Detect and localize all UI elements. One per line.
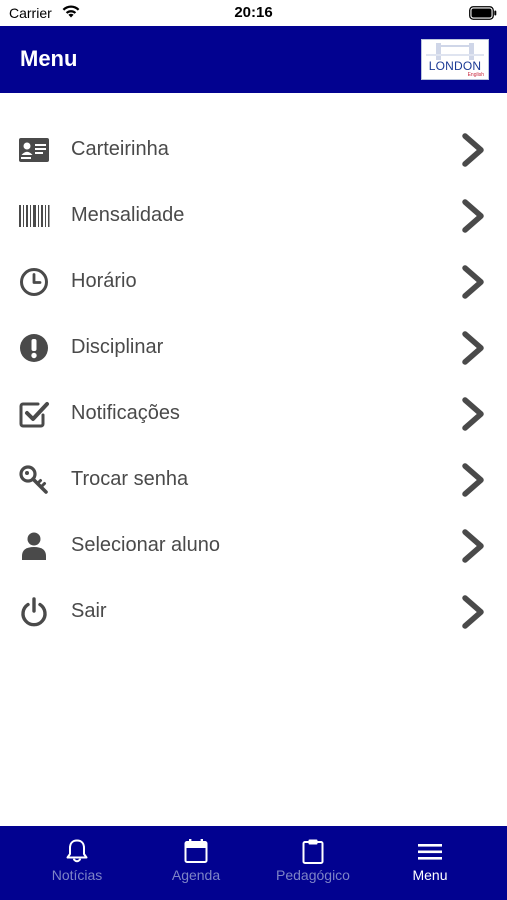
calendar-icon — [184, 838, 208, 864]
chevron-right-icon — [458, 594, 488, 630]
chevron-right-icon — [458, 528, 488, 564]
status-bar: Carrier 20:16 — [0, 0, 507, 26]
menu-item-horario[interactable]: Horário — [0, 249, 507, 315]
menu-item-label: Horário — [71, 270, 137, 292]
id-card-icon — [18, 134, 50, 166]
exclamation-icon — [18, 332, 50, 364]
menu-item-trocar-senha[interactable]: Trocar senha — [0, 447, 507, 513]
tab-agenda[interactable]: Agenda — [137, 826, 255, 900]
clock-icon — [18, 266, 50, 298]
app-header: Menu LONDON English — [0, 26, 507, 93]
menu-item-selecionar-aluno[interactable]: Selecionar aluno — [0, 513, 507, 579]
check-square-icon — [18, 398, 50, 430]
bell-icon — [65, 838, 89, 864]
chevron-right-icon — [458, 330, 488, 366]
status-time: 20:16 — [234, 4, 273, 21]
hamburger-menu-icon — [418, 838, 442, 864]
app-screen: Carrier 20:16 Menu LONDON English Cartei… — [0, 0, 507, 900]
page-title: Menu — [20, 46, 78, 71]
menu-item-mensalidade[interactable]: Mensalidade — [0, 183, 507, 249]
power-icon — [18, 596, 50, 628]
tab-bar: Notícias Agenda Pedagógico Menu — [0, 826, 507, 900]
chevron-right-icon — [458, 198, 488, 234]
menu-list: Carteirinha Mensalidade Horário Discipli… — [0, 117, 507, 645]
tower-bridge-icon — [426, 43, 484, 60]
tab-label: Menu — [412, 867, 448, 883]
london-logo: LONDON English — [421, 39, 489, 80]
chevron-right-icon — [458, 462, 488, 498]
menu-item-notificacoes[interactable]: Notificações — [0, 381, 507, 447]
tab-noticias[interactable]: Notícias — [18, 826, 136, 900]
user-icon — [18, 530, 50, 562]
menu-item-label: Sair — [71, 600, 107, 622]
tab-label: Agenda — [171, 867, 221, 883]
key-icon — [18, 464, 50, 496]
menu-item-label: Trocar senha — [71, 468, 189, 490]
logo-text: LONDON — [428, 59, 482, 73]
menu-item-carteirinha[interactable]: Carteirinha — [0, 117, 507, 183]
chevron-right-icon — [458, 396, 488, 432]
menu-item-label: Disciplinar — [71, 336, 164, 358]
menu-item-sair[interactable]: Sair — [0, 579, 507, 645]
menu-item-label: Carteirinha — [71, 138, 169, 160]
tab-pedagogico[interactable]: Pedagógico — [254, 826, 372, 900]
chevron-right-icon — [458, 264, 488, 300]
tab-label: Pedagógico — [276, 867, 350, 883]
menu-item-label: Mensalidade — [71, 204, 185, 226]
battery-icon — [469, 6, 497, 25]
logo-subtext: English — [467, 72, 484, 78]
menu-item-label: Selecionar aluno — [71, 534, 220, 556]
clipboard-icon — [301, 838, 325, 864]
menu-item-label: Notificações — [71, 402, 180, 424]
menu-item-disciplinar[interactable]: Disciplinar — [0, 315, 507, 381]
tab-menu[interactable]: Menu — [371, 826, 489, 900]
tab-label: Notícias — [51, 867, 103, 883]
barcode-icon — [18, 200, 50, 232]
chevron-right-icon — [458, 132, 488, 168]
